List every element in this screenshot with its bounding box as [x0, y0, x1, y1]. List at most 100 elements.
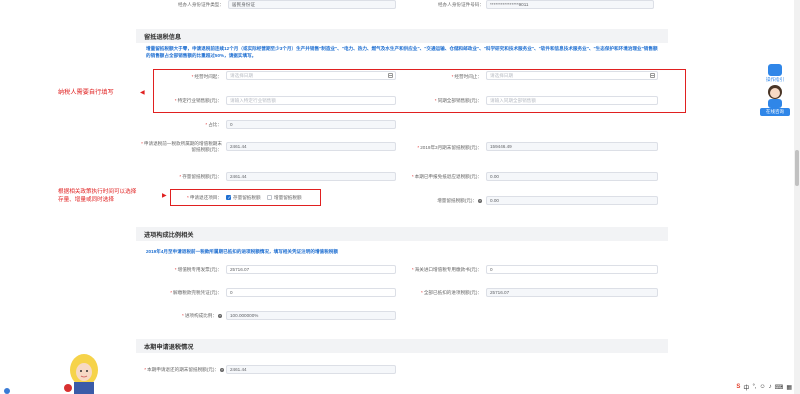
all-deducted-field: 25716.07: [486, 288, 658, 297]
total-sales-placeholder: 请输入同期全部销售额: [490, 97, 536, 103]
prev-credit-label-text: 申请退税前一税款所属期的增值税期末留抵税额(元)：: [143, 141, 222, 152]
period-refund-label-text: 本期已申报免抵退应退税额(元)：: [414, 174, 482, 179]
end-date-placeholder: 请选择日期: [490, 72, 513, 78]
industry-sales-label-text: 特定行业销售额(元)：: [177, 98, 222, 103]
id-type-label: 经办人身份证件类型：: [178, 2, 224, 7]
all-deducted-label: *全部已抵扣的进项税额(元)：: [421, 290, 482, 295]
service-label: 在线咨询: [760, 108, 790, 116]
end-date-label-text: 经营时间止：: [454, 74, 482, 79]
id-type-field: 居民身份证: [228, 0, 396, 9]
guide-label: 操作指引: [766, 77, 784, 82]
period-refund-label: *本期已申报免抵退应退税额(元)：: [411, 174, 482, 179]
id-no-field: ****************9011: [486, 0, 654, 9]
refund-choice-label: *申请退还项目：: [187, 195, 222, 200]
ime-language-label: 中: [743, 385, 750, 392]
total-sales-label: *同期全部销售额(元)：: [434, 98, 482, 103]
section-title-credit: 留抵退税信息: [144, 33, 182, 41]
apply-amount-label-text: 本期申请退还的期末留抵税额(元)：: [147, 367, 219, 372]
march-credit-label-text: 2019年3月期末留抵税额(元)：: [420, 145, 482, 150]
industry-sales-input[interactable]: 请输入特定行业销售额: [226, 96, 396, 105]
march-credit-label: *2019年3月期末留抵税额(元)：: [417, 145, 482, 150]
service-widget[interactable]: 在线咨询: [760, 84, 790, 116]
increment-credit-option[interactable]: 增量留抵税额: [274, 195, 302, 201]
industry-sales-placeholder: 请输入特定行业销售额: [230, 97, 276, 103]
credit-notice: 增量留抵税额大于零，申请退税前连续12个月（或实际经营期至少3个月）生产并销售"…: [146, 46, 658, 58]
microphone-icon: ♪: [768, 384, 772, 390]
tax-receipt-label: *解缴税款完税凭证(元)：: [170, 290, 222, 295]
ratio-label: *占比：: [205, 122, 222, 127]
end-date-label: *经营时间止：: [451, 74, 482, 79]
id-no-label: 经办人身份证件号码：: [438, 2, 484, 7]
start-date-input[interactable]: 请选择日期: [226, 71, 396, 80]
page: 经办人身份证件类型： 居民身份证 经办人身份证件号码： ************…: [0, 0, 800, 394]
composition-label: *进项构成比例：?: [182, 313, 222, 318]
annotation-self-fill: 纳税人需要自行填写: [58, 89, 114, 96]
apply-amount-field: 2461.44: [226, 365, 396, 374]
help-icon[interactable]: ?: [220, 367, 224, 372]
annotation-policy-line1: 根据相关政策执行时间可以选择: [58, 189, 137, 195]
section-header-apply: 本期申请退税情况: [136, 339, 668, 353]
march-credit-field: 159446.49: [486, 142, 658, 151]
increment-credit-checkbox[interactable]: [267, 195, 272, 200]
start-date-placeholder: 请选择日期: [230, 72, 253, 78]
vat-invoice-label: *增值税专用发票(元)：: [174, 267, 222, 272]
arrow-left-icon: ◀: [140, 90, 145, 96]
increment-limit-label: 增量留抵税额(元)：?: [396, 198, 482, 204]
section-header-credit: 留抵退税信息: [136, 29, 668, 43]
scroll-top-icon[interactable]: [4, 388, 10, 394]
ratio-label-text: 占比：: [208, 122, 222, 127]
increment-limit-label-text: 增量留抵税额(元)：: [437, 198, 477, 203]
arrow-right-icon: ▶: [162, 193, 167, 199]
prev-credit-label: *申请退税前一税款所属期的增值税期末留抵税额(元)：: [141, 141, 222, 152]
increment-limit-field: 0.00: [486, 196, 658, 205]
annotation-policy: 根据相关政策执行时间可以选择 存量、增量或同时选择: [58, 189, 136, 204]
menu-grid-icon: ▦: [786, 384, 792, 391]
stock-credit-label: *存量留抵税额(元)：: [179, 174, 222, 179]
vat-invoice-input[interactable]: 25716.07: [226, 265, 396, 274]
period-refund-field: 0.00: [486, 172, 658, 181]
start-date-label: *经营时间起：: [191, 74, 222, 79]
tax-receipt-input[interactable]: 0: [226, 288, 396, 297]
prev-credit-field: 2461.44: [226, 142, 396, 151]
annotation-policy-line2: 存量、增量或同时选择: [58, 196, 114, 203]
composition-label-text: 进项构成比例：: [184, 313, 217, 318]
section-title-apply: 本期申请退税情况: [144, 343, 194, 351]
customs-label: *海关进口增值税专用缴款书(元)：: [411, 267, 482, 272]
composition-field: 100.000000%: [226, 311, 396, 320]
book-icon: [768, 64, 782, 76]
ime-toolbar[interactable]: S 中 °, ☺ ♪ ⌨ ▦: [736, 382, 792, 392]
start-date-label-text: 经营时间起：: [194, 74, 222, 79]
vat-invoice-label-text: 增值税专用发票(元)：: [177, 267, 222, 272]
service-avatar-icon: [768, 85, 782, 108]
total-sales-label-text: 同期全部销售额(元)：: [437, 98, 482, 103]
mascot-illustration: [60, 352, 108, 394]
total-sales-input[interactable]: 请输入同期全部销售额: [486, 96, 658, 105]
help-icon[interactable]: ?: [478, 198, 482, 203]
stock-credit-checkbox[interactable]: [226, 195, 231, 201]
punctuation-icon: °,: [752, 384, 757, 390]
end-date-input[interactable]: 请选择日期: [486, 71, 658, 80]
help-icon[interactable]: ?: [218, 313, 222, 318]
input-notice: 2019年4月至申请退税前一税款所属期已抵扣的进项税额情况，填写相关凭证注明的增…: [146, 249, 338, 254]
calendar-icon: [388, 73, 393, 78]
apply-amount-label: *本期申请退还的期末留抵税额(元)：?: [144, 367, 224, 372]
scrollbar-thumb[interactable]: [795, 150, 799, 186]
calendar-icon: [650, 73, 655, 78]
industry-sales-label: *特定行业销售额(元)：: [174, 98, 222, 103]
guide-widget[interactable]: 操作指引: [760, 64, 790, 83]
all-deducted-label-text: 全部已抵扣的进项税额(元)：: [423, 290, 482, 295]
keyboard-icon: ⌨: [774, 384, 784, 391]
stock-credit-label-text: 存量留抵税额(元)：: [182, 174, 222, 179]
stock-credit-option[interactable]: 存量留抵税额: [233, 195, 261, 201]
emoji-icon: ☺: [759, 384, 766, 390]
section-header-input: 进项构成比例相关: [136, 227, 668, 241]
customs-label-text: 海关进口增值税专用缴款书(元)：: [414, 267, 482, 272]
vertical-scrollbar[interactable]: [794, 0, 800, 394]
section-title-input: 进项构成比例相关: [144, 231, 194, 239]
customs-input[interactable]: 0: [486, 265, 658, 274]
sogou-logo-icon: S: [736, 384, 741, 390]
stock-credit-field: 2461.44: [226, 172, 396, 181]
ratio-field: 0: [226, 120, 396, 129]
tax-receipt-label-text: 解缴税款完税凭证(元)：: [173, 290, 222, 295]
refund-choice-label-text: 申请退还项目：: [189, 195, 222, 200]
